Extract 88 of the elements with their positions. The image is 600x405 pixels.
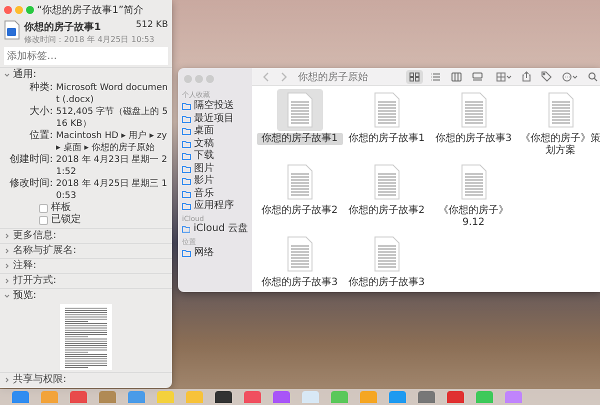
file-name[interactable]: 《你想的房子》策划方案 bbox=[518, 133, 600, 157]
file-name[interactable]: 《你想的房子》9.12 bbox=[430, 205, 516, 229]
file-name[interactable]: 你想的房子故事2 bbox=[344, 205, 430, 217]
columns-icon bbox=[451, 72, 462, 82]
modified-date: 修改时间：2018 年 4月25日 10:53 bbox=[24, 34, 156, 45]
property-value: Macintosh HD ▸ 用户 ▸ zy ▸ 桌面 ▸ 你想的房子原始 bbox=[56, 130, 168, 154]
sidebar-item[interactable]: 文稿 bbox=[182, 138, 248, 150]
section-header[interactable]: 共享与权限: bbox=[0, 373, 172, 387]
sidebar-item[interactable]: iCloud 云盘 bbox=[182, 222, 248, 235]
gallery-icon bbox=[472, 72, 483, 82]
property-label: 位置: bbox=[28, 130, 53, 143]
property-value: 512,405 字节（磁盘上的 516 KB） bbox=[56, 106, 169, 130]
app-icon[interactable] bbox=[70, 391, 87, 403]
sidebar-item[interactable]: 应用程序 bbox=[182, 200, 248, 212]
document-icon[interactable] bbox=[276, 89, 322, 131]
app-icon[interactable] bbox=[186, 391, 203, 403]
app-icon[interactable] bbox=[505, 391, 522, 403]
folder-icon bbox=[182, 224, 190, 233]
app-icon[interactable] bbox=[331, 391, 348, 403]
checkbox[interactable] bbox=[39, 204, 48, 212]
app-icon[interactable] bbox=[418, 391, 435, 403]
sidebar-item[interactable]: 影片 bbox=[182, 175, 248, 188]
file-name[interactable]: 你想的房子故事3 bbox=[430, 133, 516, 145]
minimize-icon[interactable] bbox=[15, 6, 23, 14]
folder-icon bbox=[182, 249, 191, 258]
zoom-icon[interactable] bbox=[26, 6, 34, 14]
minimize-icon[interactable] bbox=[195, 75, 203, 83]
tag-icon[interactable] bbox=[541, 71, 552, 82]
close-icon[interactable] bbox=[184, 75, 192, 83]
sidebar-item[interactable]: 隔空投送 bbox=[182, 100, 248, 112]
app-icon[interactable] bbox=[244, 391, 261, 403]
app-icon[interactable] bbox=[157, 391, 174, 403]
section-header[interactable]: 注释: bbox=[0, 259, 172, 273]
section-header[interactable]: 更多信息: bbox=[0, 229, 172, 243]
app-icon[interactable] bbox=[41, 391, 58, 403]
file-name[interactable]: 你想的房子故事1 bbox=[344, 133, 430, 145]
property-label: 创建时间: bbox=[8, 154, 53, 167]
app-icon[interactable] bbox=[12, 391, 29, 403]
checkbox-label: 已锁定 bbox=[51, 214, 81, 226]
app-icon[interactable] bbox=[215, 391, 232, 403]
file-size: 512 KB bbox=[136, 20, 168, 32]
property-label: 大小: bbox=[28, 106, 53, 119]
app-icon[interactable] bbox=[273, 391, 290, 403]
app-icon[interactable] bbox=[476, 391, 493, 403]
file-name[interactable]: 你想的房子故事1 bbox=[256, 133, 342, 145]
grid-icon bbox=[409, 72, 420, 82]
tags-field[interactable]: 添加标签… bbox=[4, 47, 168, 65]
share-icon[interactable] bbox=[522, 71, 531, 82]
section-header[interactable]: 预览: bbox=[0, 289, 172, 303]
checkbox-label: 样板 bbox=[51, 202, 71, 214]
property-value: 2018 年 4月23日 星期一 21:52 bbox=[56, 154, 168, 178]
icon-view-button[interactable] bbox=[406, 70, 423, 84]
document-icon bbox=[4, 20, 20, 40]
document-preview-drawing bbox=[60, 304, 112, 370]
property-value: 2018 年 4月25日 星期三 10:53 bbox=[56, 178, 168, 202]
list-icon bbox=[430, 72, 441, 82]
file-name[interactable]: 你想的房子故事3 bbox=[344, 277, 430, 289]
app-icon[interactable] bbox=[302, 391, 319, 403]
window-title: “你想的房子故事1”简介 bbox=[37, 4, 144, 17]
file-name: 你想的房子故事1 bbox=[24, 20, 101, 34]
file-name[interactable]: 你想的房子故事3 bbox=[256, 277, 342, 289]
window-title: 你想的房子原始 bbox=[298, 70, 369, 84]
app-icon[interactable] bbox=[360, 391, 377, 403]
file-name[interactable]: 你想的房子故事2 bbox=[256, 205, 342, 217]
close-icon[interactable] bbox=[4, 6, 12, 14]
property-label: 种类: bbox=[28, 82, 53, 95]
forward-icon[interactable] bbox=[280, 72, 288, 82]
search-icon[interactable] bbox=[588, 72, 598, 82]
zoom-icon[interactable] bbox=[206, 75, 214, 83]
sidebar-item[interactable]: 音乐 bbox=[182, 188, 248, 200]
app-icon[interactable] bbox=[447, 391, 464, 403]
property-value: Microsoft Word document (.docx) bbox=[56, 82, 169, 106]
more-icon[interactable] bbox=[562, 72, 578, 82]
sidebar-item[interactable]: 网络 bbox=[182, 247, 248, 260]
back-icon[interactable] bbox=[262, 72, 270, 82]
group-icon[interactable] bbox=[496, 72, 512, 82]
section-header[interactable]: 打开方式: bbox=[0, 274, 172, 288]
sidebar-item[interactable]: 下载 bbox=[182, 150, 248, 162]
sidebar-item[interactable]: 图片 bbox=[182, 162, 248, 175]
app-icon[interactable] bbox=[128, 391, 145, 403]
sidebar-item[interactable]: 桌面 bbox=[182, 125, 248, 138]
app-icon[interactable] bbox=[389, 391, 406, 403]
sidebar-item[interactable]: 最近项目 bbox=[182, 112, 248, 125]
checkbox[interactable] bbox=[39, 216, 48, 224]
app-icon[interactable] bbox=[99, 391, 116, 403]
section-header[interactable]: 通用: bbox=[0, 68, 172, 82]
property-label: 修改时间: bbox=[8, 178, 53, 191]
section-header[interactable]: 名称与扩展名: bbox=[0, 244, 172, 258]
